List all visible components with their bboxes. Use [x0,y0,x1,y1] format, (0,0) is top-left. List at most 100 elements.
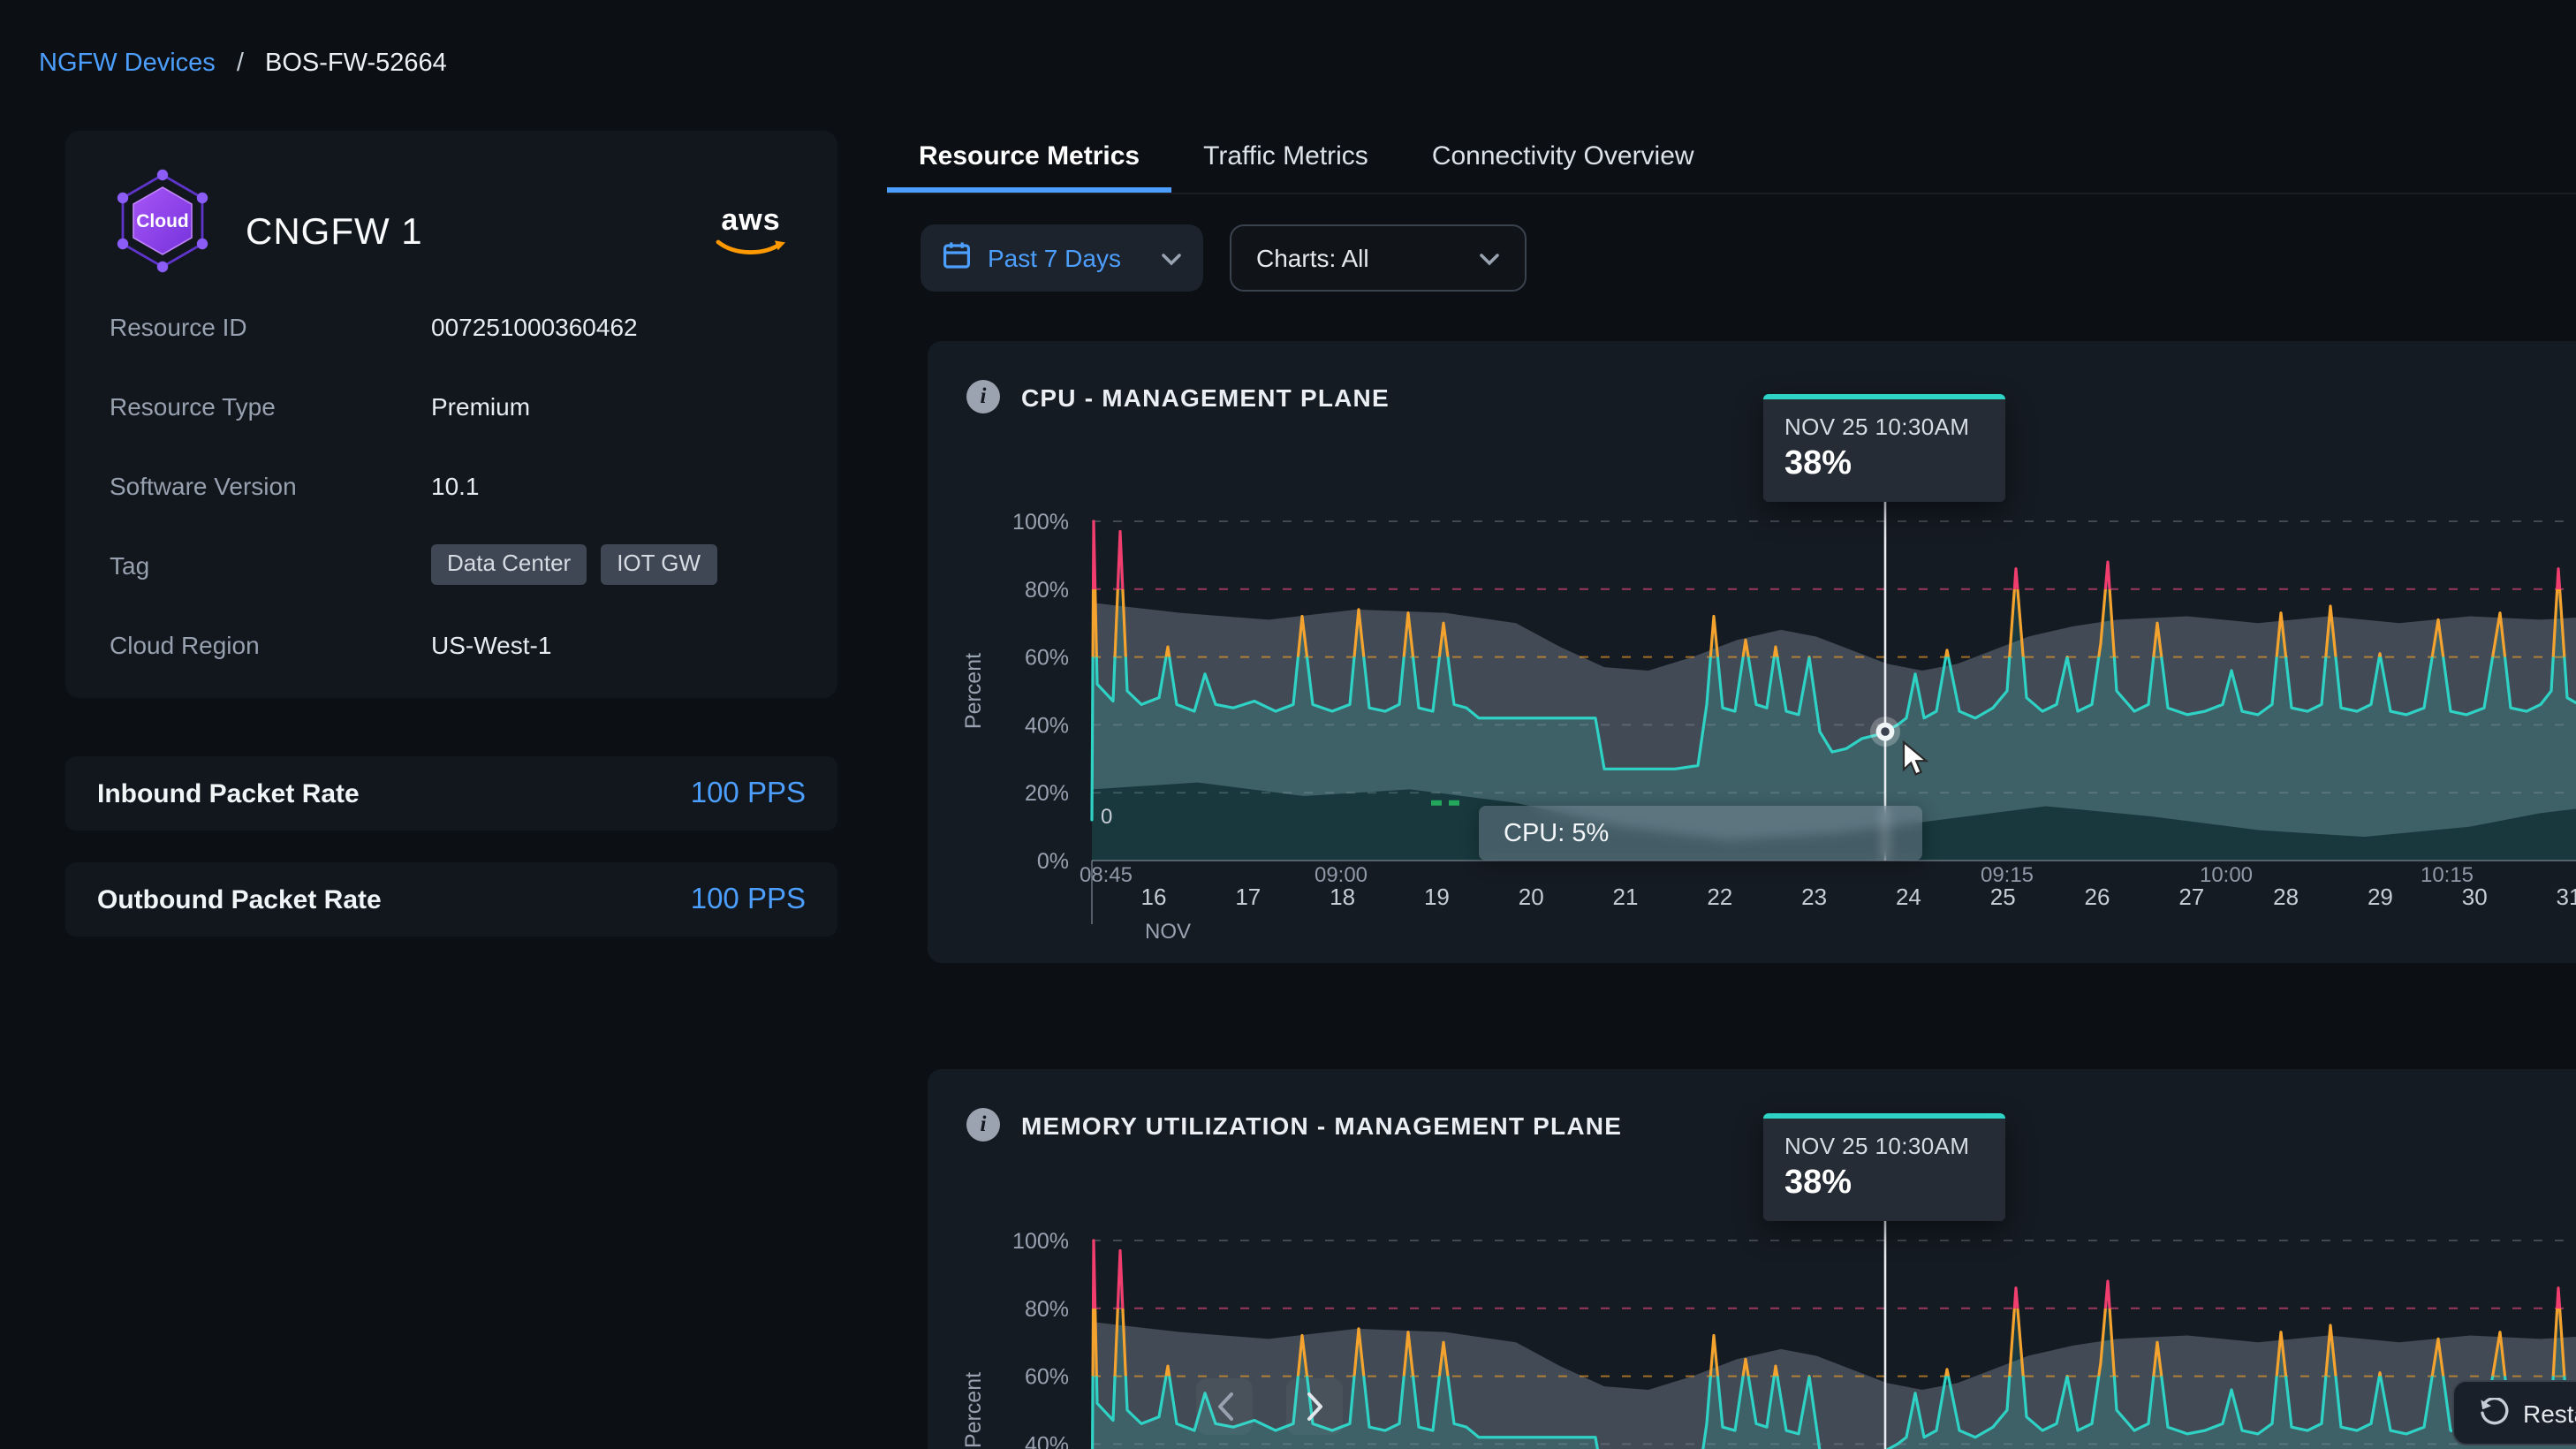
chevron-right-icon [1305,1391,1324,1422]
field-label: Software Version [110,471,431,499]
info-icon[interactable]: i [966,380,1000,413]
device-info-card: Cloud CNGFW 1 aws Resource ID 0072510003… [65,131,837,698]
field-value: 007251000360462 [431,312,793,340]
svg-text:20: 20 [1519,884,1544,910]
tooltip-timestamp: NOV 25 10:30AM [1784,413,1984,440]
carousel-next-button[interactable] [1286,1378,1343,1435]
restart-icon [2479,1398,2509,1428]
svg-text:100%: 100% [1012,1229,1069,1254]
tag-chip: Data Center [431,544,587,585]
cpu-hover-readout: CPU: 5% [1479,806,1922,861]
restart-label: Restart [2523,1399,2576,1427]
field-value: Premium [431,391,793,420]
svg-text:40%: 40% [1025,713,1069,738]
svg-text:60%: 60% [1025,646,1069,671]
svg-text:27: 27 [2178,884,2204,910]
tab-bar: Resource Metrics Traffic Metrics Connect… [887,124,2576,194]
svg-text:08:45: 08:45 [1080,863,1133,887]
field-row-cloud-region: Cloud Region US-West-1 [110,604,793,684]
svg-text:16: 16 [1141,884,1167,910]
field-value: 10.1 [431,471,793,499]
stat-value: 100 PPS [691,883,806,916]
charts-filter-label: Charts: All [1256,244,1369,272]
svg-text:31: 31 [2557,884,2576,910]
field-row-resource-type: Resource Type Premium [110,366,793,445]
chevron-left-icon [1215,1391,1234,1422]
cpu-chart-title: CPU - MANAGEMENT PLANE [1021,383,1390,411]
carousel-prev-button[interactable] [1196,1378,1253,1435]
cloud-device-icon: Cloud [111,166,214,279]
breadcrumb-current: BOS-FW-52664 [265,49,447,78]
svg-text:21: 21 [1613,884,1639,910]
cpu-chart-tooltip: NOV 25 10:30AM 38% [1763,394,2005,502]
field-row-tag: Tag Data Center IOT GW [110,525,793,604]
tooltip-value: 38% [1784,445,1984,484]
breadcrumb: NGFW Devices / BOS-FW-52664 [39,49,447,78]
svg-text:29: 29 [2368,884,2393,910]
breadcrumb-separator: / [237,49,244,78]
svg-text:Cloud: Cloud [136,211,188,231]
svg-text:25: 25 [1990,884,2016,910]
tooltip-value: 38% [1784,1165,1984,1203]
tooltip-timestamp: NOV 25 10:30AM [1784,1133,1984,1159]
svg-text:0: 0 [1101,805,1112,829]
time-range-dropdown[interactable]: Past 7 Days [921,224,1203,292]
svg-text:20%: 20% [1025,781,1069,806]
svg-text:60%: 60% [1025,1365,1069,1390]
svg-text:26: 26 [2085,884,2110,910]
memory-chart-tooltip: NOV 25 10:30AM 38% [1763,1113,2005,1221]
svg-text:24: 24 [1896,884,1921,910]
svg-text:NOV: NOV [1145,920,1191,944]
svg-text:80%: 80% [1025,578,1069,603]
chevron-down-icon [1479,244,1500,272]
inbound-packet-rate-card: Inbound Packet Rate 100 PPS [65,756,837,831]
tag-chip: IOT GW [601,544,716,585]
restart-button[interactable]: Restart [2452,1380,2576,1445]
tab-connectivity-overview[interactable]: Connectivity Overview [1400,124,1726,193]
tab-resource-metrics[interactable]: Resource Metrics [887,124,1171,193]
memory-chart-card: i MEMORY UTILIZATION - MANAGEMENT PLANE … [928,1069,2576,1449]
calendar-icon [942,240,972,276]
svg-text:17: 17 [1235,884,1261,910]
aws-logo-text: aws [714,205,788,235]
svg-text:23: 23 [1801,884,1827,910]
svg-text:40%: 40% [1025,1432,1069,1449]
field-row-resource-id: Resource ID 007251000360462 [110,286,793,366]
outbound-packet-rate-card: Outbound Packet Rate 100 PPS [65,862,837,937]
field-label: Resource ID [110,312,431,340]
memory-chart-title: MEMORY UTILIZATION - MANAGEMENT PLANE [1021,1111,1622,1139]
stat-label: Outbound Packet Rate [97,884,382,914]
svg-text:0%: 0% [1037,849,1069,874]
device-fields: Resource ID 007251000360462 Resource Typ… [110,286,793,684]
device-name: CNGFW 1 [246,212,423,254]
svg-text:28: 28 [2273,884,2299,910]
tab-traffic-metrics[interactable]: Traffic Metrics [1171,124,1400,193]
cpu-chart-plot[interactable]: 100%80%60%40%20%0%Percent08:4509:0009:15… [928,341,2576,963]
svg-text:10:00: 10:00 [2200,863,2253,887]
field-label: Tag [110,550,431,579]
field-row-software-version: Software Version 10.1 [110,445,793,525]
svg-text:80%: 80% [1025,1297,1069,1322]
aws-smile-icon [716,239,786,258]
charts-filter-dropdown[interactable]: Charts: All [1230,224,1527,292]
time-range-label: Past 7 Days [988,244,1121,272]
aws-logo: aws [714,205,788,267]
field-value: US-West-1 [431,630,793,658]
cpu-chart-card: i CPU - MANAGEMENT PLANE 100% 80% 60% 40% 20… [928,341,2576,963]
svg-text:100%: 100% [1012,510,1069,535]
svg-text:30: 30 [2462,884,2488,910]
memory-chart-header: i MEMORY UTILIZATION - MANAGEMENT PLANE [966,1108,1622,1142]
stat-label: Inbound Packet Rate [97,778,360,808]
breadcrumb-link-ngfw-devices[interactable]: NGFW Devices [39,49,216,78]
field-label: Resource Type [110,391,431,420]
svg-text:22: 22 [1707,884,1732,910]
tag-list: Data Center IOT GW [431,544,793,585]
chevron-down-icon [1161,244,1182,272]
info-icon[interactable]: i [966,1108,1000,1142]
field-label: Cloud Region [110,630,431,658]
svg-text:Percent: Percent [961,1372,986,1448]
cpu-chart-header: i CPU - MANAGEMENT PLANE [966,380,1390,413]
stat-value: 100 PPS [691,777,806,810]
svg-text:19: 19 [1424,884,1450,910]
svg-text:Percent: Percent [961,653,986,729]
